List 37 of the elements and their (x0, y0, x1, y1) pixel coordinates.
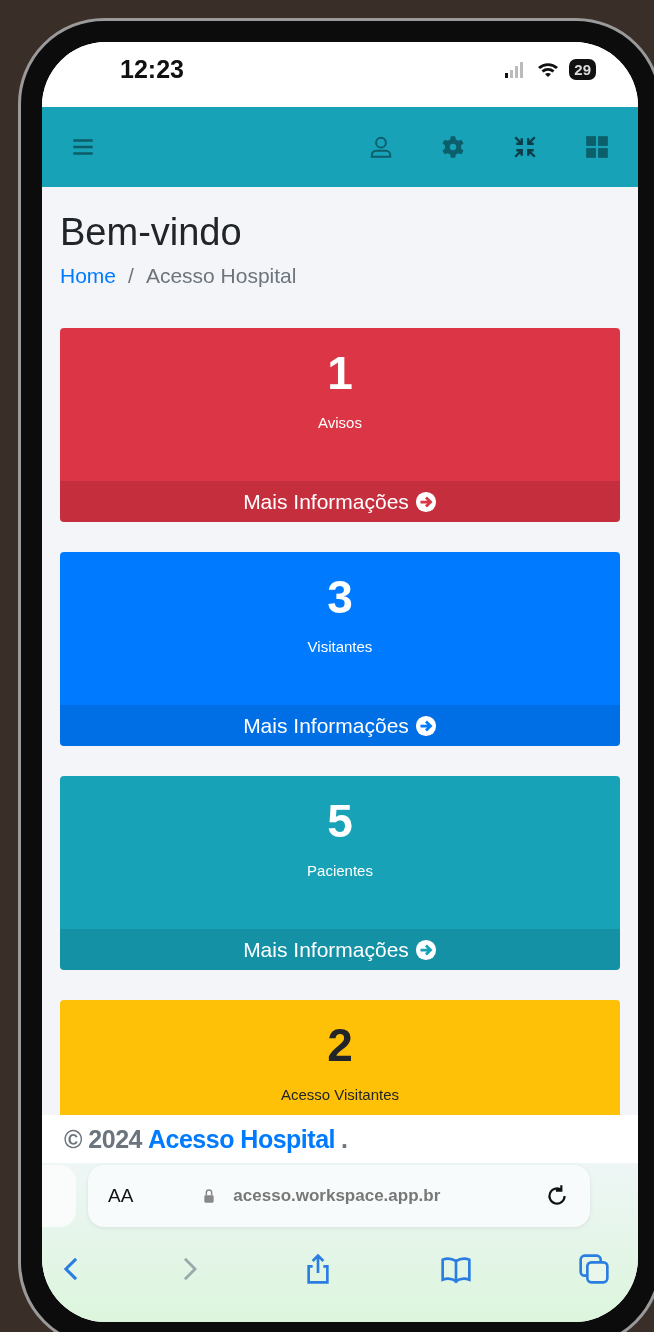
forward-icon (183, 1256, 197, 1282)
stat-count: 3 (327, 570, 353, 624)
page-title: Bem-vindo (60, 211, 243, 254)
stat-count: 2 (327, 1018, 353, 1072)
tabs-icon (578, 1253, 610, 1285)
breadcrumb-link[interactable]: Home (60, 264, 117, 288)
address-bar[interactable]: AA acesso.workspace.app.br (88, 1165, 590, 1227)
battery-indicator: 29 (569, 59, 596, 80)
tabs-button[interactable] (578, 1253, 610, 1285)
user-icon (368, 134, 394, 160)
breadcrumb-current: Acesso Hospital (145, 264, 297, 288)
stat-label: Avisos (318, 414, 362, 431)
forward-button[interactable] (183, 1256, 197, 1282)
copyright-text: © 2024 (64, 1124, 142, 1154)
grid-button[interactable] (584, 134, 610, 160)
more-info-link[interactable]: Mais Informações (60, 481, 620, 522)
status-time: 12:23 (120, 55, 184, 84)
more-info-link[interactable]: Mais Informações (60, 929, 620, 970)
stat-label: Acesso Visitantes (280, 1086, 400, 1103)
url-text: acesso.workspace.app.br (233, 1186, 442, 1206)
breadcrumb-separator: / (128, 264, 134, 288)
settings-button[interactable] (440, 134, 466, 160)
text-size-button[interactable]: AA (108, 1185, 134, 1207)
grid-icon (584, 134, 610, 160)
settings-icon (440, 134, 466, 160)
back-button[interactable] (64, 1256, 78, 1282)
stat-count: 1 (327, 346, 353, 400)
compress-icon (512, 134, 538, 160)
more-info-link[interactable]: Mais Informações (60, 705, 620, 746)
footer-period: . (341, 1124, 348, 1154)
fullscreen-exit-button[interactable] (512, 134, 538, 160)
brand-link[interactable]: Acesso Hospital (148, 1124, 335, 1154)
stat-label: Pacientes (307, 862, 373, 879)
stat-label: Visitantes (307, 638, 373, 655)
stat-count: 5 (327, 794, 353, 848)
user-button[interactable] (368, 134, 394, 160)
back-icon (64, 1256, 78, 1282)
